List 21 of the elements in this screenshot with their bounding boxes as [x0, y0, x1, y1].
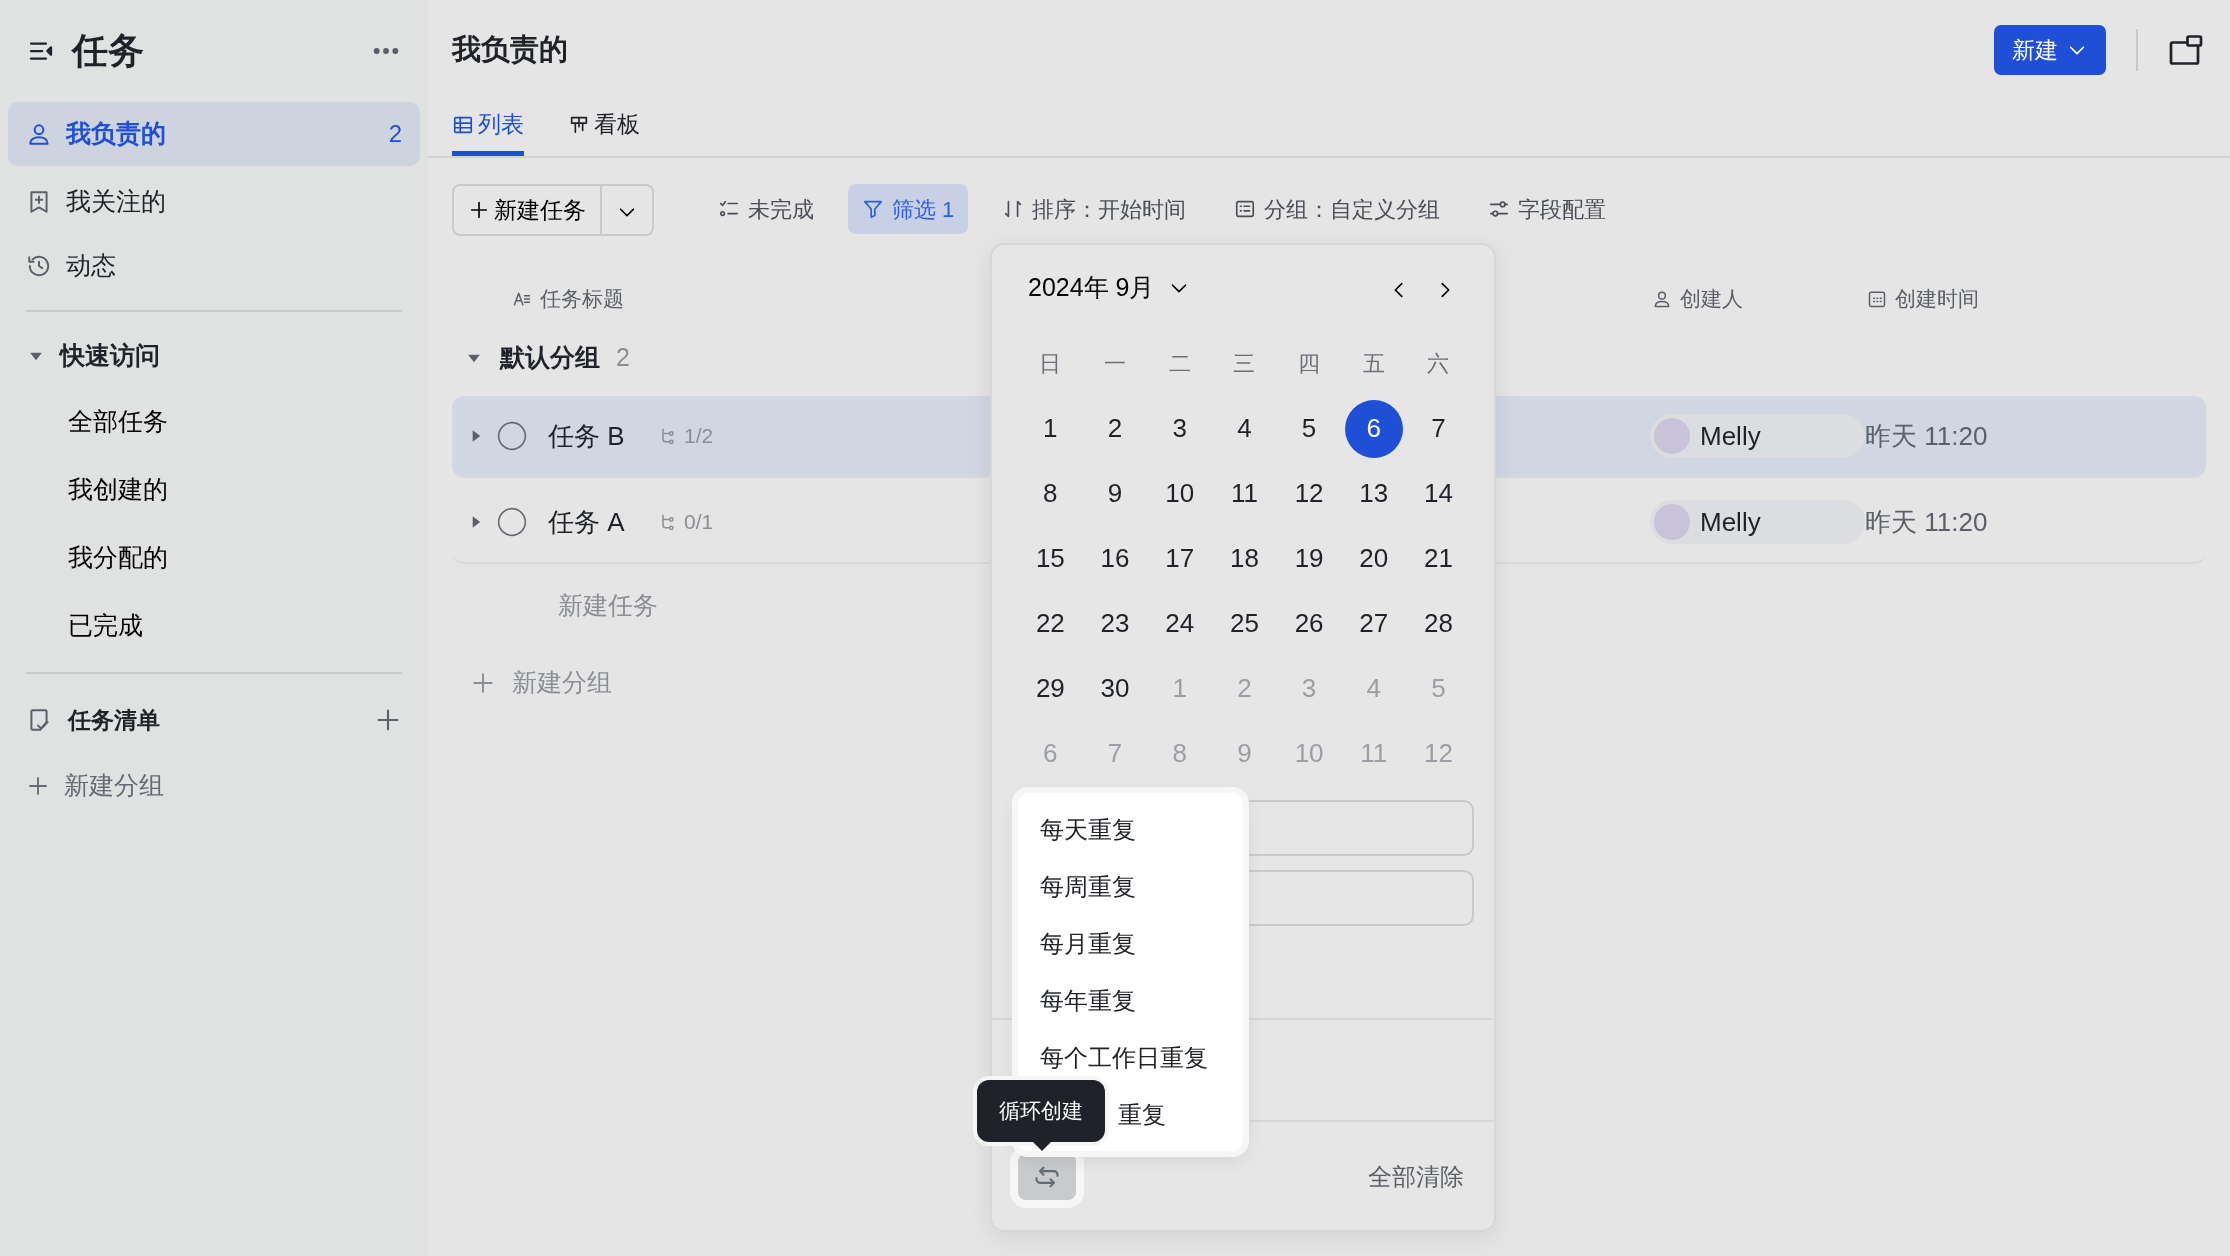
- page-title: 我负责的: [452, 32, 568, 68]
- weekday-label: 一: [1103, 350, 1128, 378]
- weekday-label: 六: [1426, 350, 1451, 378]
- task-title: 任务 B: [548, 419, 626, 453]
- weekday-label: 二: [1167, 350, 1192, 378]
- column-header: 任务标题: [512, 282, 624, 315]
- weekday-label: 四: [1297, 350, 1322, 378]
- subtask-count: 1/2: [684, 423, 714, 450]
- weekday-label: 日: [1038, 350, 1063, 378]
- group-count: 2: [616, 342, 630, 374]
- weekday-label: 五: [1361, 350, 1386, 378]
- weekday-label: 三: [1232, 350, 1257, 378]
- task-title: 任务 A: [548, 505, 626, 539]
- column-header: 创建时间: [1867, 282, 1979, 315]
- group-name: 默认分组: [500, 342, 600, 374]
- item-count: 2: [388, 119, 402, 149]
- sidebar-title: 任务: [72, 29, 144, 73]
- created-time: 昨天 11:20: [1865, 505, 1988, 539]
- subtask-count: 0/1: [684, 509, 714, 536]
- created-time: 昨天 11:20: [1865, 419, 1988, 453]
- column-header: 创建人: [1652, 282, 1743, 315]
